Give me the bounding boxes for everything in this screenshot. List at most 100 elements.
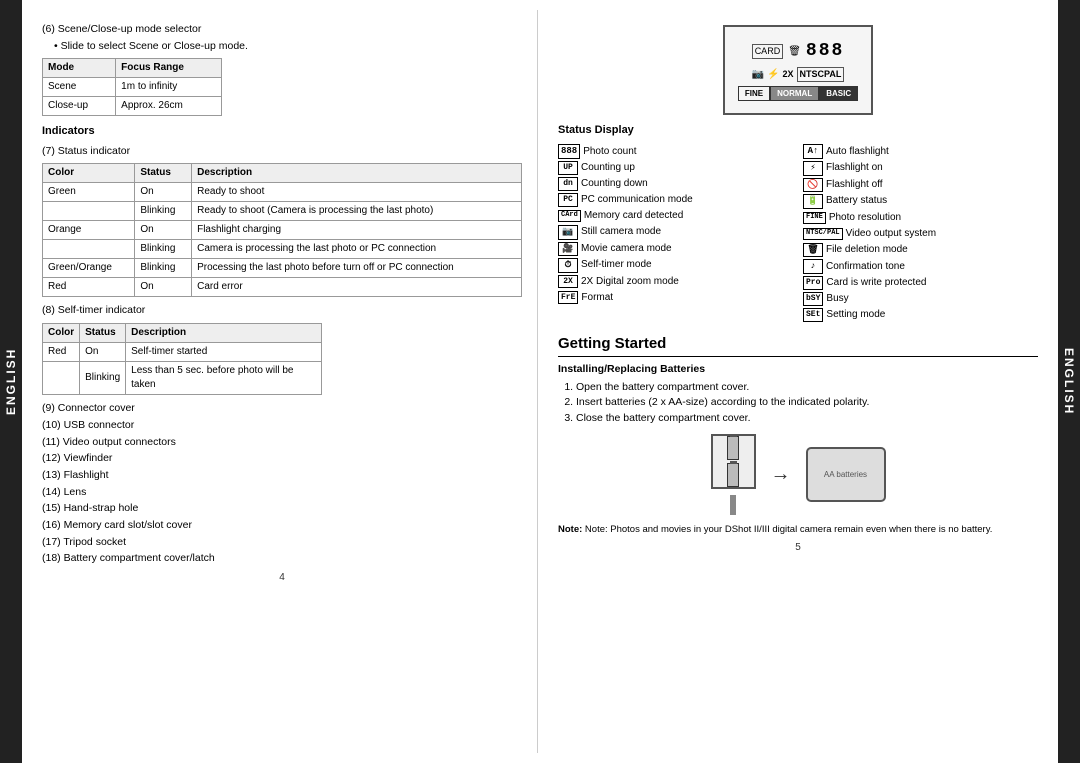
list-item: (13) Flashlight bbox=[42, 468, 522, 483]
card-icon: CARD bbox=[752, 44, 784, 59]
status-item: PC PC communication mode bbox=[558, 192, 793, 208]
status-symbol: NTSC/PAL bbox=[803, 228, 843, 240]
right-page-number: 5 bbox=[558, 541, 1038, 555]
status-item: A↑ Auto flashlight bbox=[803, 143, 1038, 160]
status-item: FINE Photo resolution bbox=[803, 210, 1038, 226]
getting-started-section: Getting Started Installing/Replacing Bat… bbox=[558, 333, 1038, 536]
status-label: Still camera mode bbox=[581, 225, 661, 239]
list-item: Open the battery compartment cover. bbox=[576, 380, 1038, 395]
status-item: 888 Photo count bbox=[558, 143, 793, 160]
status-label: Format bbox=[581, 291, 613, 305]
status-symbol: PC bbox=[558, 193, 578, 206]
status-symbol: dn bbox=[558, 177, 578, 190]
section6-title: (6) Scene/Close-up mode selector bbox=[42, 22, 522, 37]
status-label: File deletion mode bbox=[826, 243, 908, 257]
status-symbol: ⚡ bbox=[803, 161, 823, 176]
table-row: Red On Card error bbox=[43, 278, 522, 297]
section7-label: (7) Status indicator bbox=[42, 144, 522, 159]
status-item: FrE Format bbox=[558, 290, 793, 306]
list-item: (11) Video output connectors bbox=[42, 435, 522, 450]
table-row: Blinking Ready to shoot (Camera is proce… bbox=[43, 202, 522, 221]
battery-compartment-open bbox=[711, 434, 756, 515]
status-label: Card is write protected bbox=[826, 276, 926, 290]
installation-steps: Open the battery compartment cover. Inse… bbox=[576, 380, 1038, 426]
left-english-tab: ENGLISH bbox=[0, 0, 22, 763]
status-symbol: 🚫 bbox=[803, 178, 823, 193]
status-symbol: 888 bbox=[558, 144, 580, 159]
status-item: UP Counting up bbox=[558, 160, 793, 176]
table-row: Blinking Camera is processing the last p… bbox=[43, 240, 522, 259]
status-item: SEt Setting mode bbox=[803, 307, 1038, 323]
status-item: ⏱ Self-timer mode bbox=[558, 257, 793, 274]
status-symbol: A↑ bbox=[803, 144, 823, 159]
status-item: 🚫 Flashlight off bbox=[803, 177, 1038, 194]
status-label: 2X Digital zoom mode bbox=[581, 275, 679, 289]
status-item: bSY Busy bbox=[803, 291, 1038, 307]
section8-label: (8) Self-timer indicator bbox=[42, 303, 522, 318]
zoom-icon: 2X bbox=[783, 68, 794, 81]
status-label: Counting down bbox=[581, 177, 648, 191]
note-content: Note: Photos and movies in your DShot II… bbox=[585, 524, 992, 535]
list-item: (15) Hand-strap hole bbox=[42, 501, 522, 516]
status-label: Self-timer mode bbox=[581, 258, 652, 272]
battery-tip bbox=[730, 461, 737, 464]
status-left-col: 888 Photo count UP Counting up dn Counti… bbox=[558, 143, 793, 323]
status-label: Flashlight off bbox=[826, 178, 883, 192]
status-symbol: 🗑 bbox=[803, 243, 823, 258]
section6-sub: • Slide to select Scene or Close-up mode… bbox=[54, 39, 522, 54]
right-english-tab: ENGLISH bbox=[1058, 0, 1080, 763]
note-text: Note: Note: Photos and movies in your DS… bbox=[558, 523, 1038, 536]
status-symbol: 2X bbox=[558, 275, 578, 288]
status-symbol: UP bbox=[558, 161, 578, 174]
status-label: Counting up bbox=[581, 161, 635, 175]
status-label: PC communication mode bbox=[581, 193, 693, 207]
ntscpal-icon: NTSCPAL bbox=[797, 67, 845, 82]
status-symbol: ♪ bbox=[803, 259, 823, 274]
status-symbol: bSY bbox=[803, 292, 823, 305]
status-item: CArd Memory card detected bbox=[558, 208, 793, 224]
list-item: Close the battery compartment cover. bbox=[576, 411, 1038, 426]
status-item: ⚡ Flashlight on bbox=[803, 160, 1038, 177]
fine-mode-btn: FINE bbox=[738, 86, 770, 101]
status-label: Movie camera mode bbox=[581, 242, 672, 256]
status-label: Flashlight on bbox=[826, 161, 883, 175]
status-item: 🗑 File deletion mode bbox=[803, 242, 1038, 259]
table-row: Green/Orange Blinking Processing the las… bbox=[43, 259, 522, 278]
status-indicator-table: Color Status Description Green On Ready … bbox=[42, 163, 522, 297]
table-row: Blinking Less than 5 sec. before photo w… bbox=[43, 362, 322, 395]
arrow-down bbox=[730, 495, 736, 515]
status-symbol: CArd bbox=[558, 210, 581, 222]
open-compartment bbox=[711, 434, 756, 489]
col-mode: Mode bbox=[43, 59, 116, 78]
camera-icon: 📷 bbox=[752, 68, 764, 82]
section-7: (7) Status indicator Color Status Descri… bbox=[42, 144, 522, 298]
note-bold: Note: bbox=[558, 524, 585, 535]
status-symbol: FrE bbox=[558, 291, 578, 304]
left-page-number: 4 bbox=[42, 571, 522, 585]
table-row: Close-up Approx. 26cm bbox=[43, 97, 222, 116]
table-row: Scene 1m to infinity bbox=[43, 78, 222, 97]
battery-cell bbox=[727, 463, 739, 487]
list-item: (9) Connector cover bbox=[42, 401, 522, 416]
status-right-col: A↑ Auto flashlight ⚡ Flashlight on 🚫 Fla… bbox=[803, 143, 1038, 323]
table-row: Orange On Flashlight charging bbox=[43, 221, 522, 240]
status-item: 2X 2X Digital zoom mode bbox=[558, 274, 793, 290]
list-item: (12) Viewfinder bbox=[42, 451, 522, 466]
display-top-row: CARD 🗑 888 bbox=[752, 39, 845, 64]
status-label: Video output system bbox=[846, 227, 936, 241]
normal-mode-btn: NORMAL bbox=[770, 86, 819, 101]
col-focus-range: Focus Range bbox=[116, 59, 222, 78]
getting-started-title: Getting Started bbox=[558, 333, 1038, 357]
status-item: NTSC/PAL Video output system bbox=[803, 226, 1038, 242]
battery-cell bbox=[727, 436, 739, 460]
status-display-title: Status Display bbox=[558, 123, 1038, 138]
status-symbol: SEt bbox=[803, 308, 823, 321]
items-list: (9) Connector cover (10) USB connector (… bbox=[42, 401, 522, 566]
status-label: Busy bbox=[826, 292, 848, 306]
page-container: ENGLISH (6) Scene/Close-up mode selector… bbox=[0, 0, 1080, 763]
right-page: CARD 🗑 888 📷 ⚡ 2X NTSCPAL FINE NORMAL BA… bbox=[543, 10, 1053, 753]
self-timer-table: Color Status Description Red On Self-tim… bbox=[42, 323, 322, 395]
table-row: Green On Ready to shoot bbox=[43, 183, 522, 202]
flash-icon: ⚡ bbox=[767, 68, 779, 82]
indicators-heading: Indicators bbox=[42, 124, 522, 139]
